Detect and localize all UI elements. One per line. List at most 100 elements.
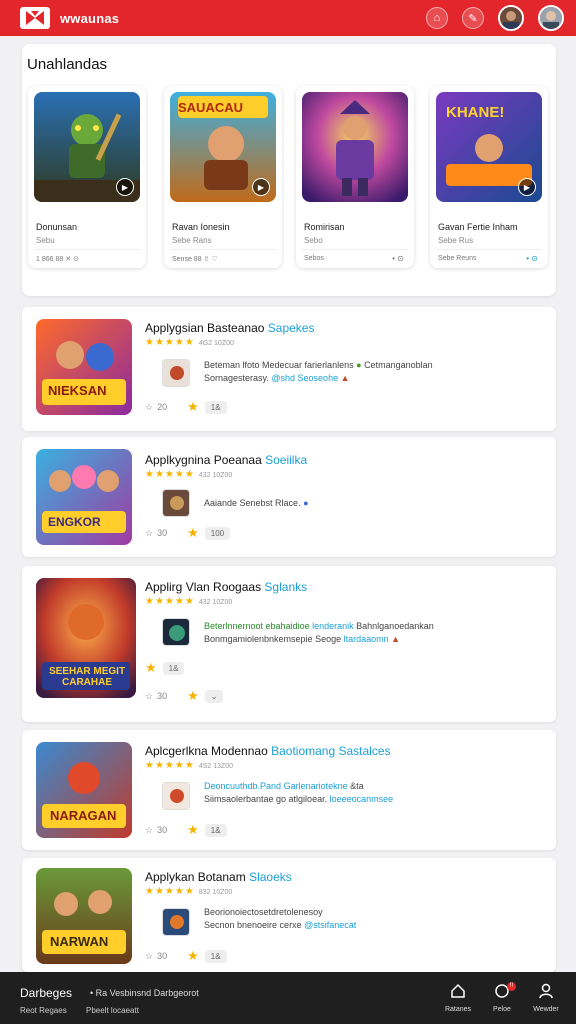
app-title[interactable]: Applirg Vlan Roogaas Sglanks: [145, 580, 307, 594]
favorite-star-icon[interactable]: ★: [145, 660, 157, 676]
chip[interactable]: 1&: [162, 661, 185, 675]
card-title: Romirisan: [304, 222, 345, 232]
art-title: NIEKSAN: [48, 383, 107, 398]
app-description: Beterlnnernoot ebahaidioe lenderanik Bah…: [204, 621, 434, 644]
divider: [170, 249, 276, 250]
nav-notifications[interactable]: !! Peloe: [482, 982, 522, 1013]
card-meta: Sebos: [304, 255, 324, 262]
play-icon[interactable]: ▶: [252, 178, 270, 196]
favorite-star-icon[interactable]: ★: [187, 688, 199, 704]
home-icon: [438, 982, 478, 1000]
app-list-item[interactable]: NARAGAN Aplcgerlkna Modennao Baotiomang …: [22, 730, 556, 850]
app-tag[interactable]: Sglanks: [264, 580, 307, 594]
card-subtitle: Sebo: [304, 236, 323, 245]
app-list-item[interactable]: SEEHAR MEGIT CARAHAE Applirg Vlan Roogaa…: [22, 566, 556, 722]
app-tag[interactable]: Soeiilka: [265, 453, 307, 467]
footer-title: Darbeges: [20, 986, 73, 1000]
app-tag[interactable]: Baotiomang: [271, 744, 335, 758]
app-secondary-row: ★ 1&: [145, 660, 185, 676]
chip[interactable]: 1&: [204, 949, 227, 963]
favorite-star-icon[interactable]: ★: [187, 822, 199, 838]
nav-home[interactable]: Ratanes: [438, 982, 478, 1013]
app-title[interactable]: Applygsian Basteanao Sapekes: [145, 321, 314, 335]
thumbs-up-icon[interactable]: ☆: [145, 528, 153, 539]
rating-stars: ★★★★★ 4S2 13Z00: [145, 760, 234, 771]
app-description: Beorionoiectosetdretolenesoy Secnon bnen…: [204, 907, 357, 930]
game-art: ENGKOR: [36, 449, 132, 545]
bottom-bar: Darbeges • Ra Vesbinsnd Darbgeorot Reot …: [0, 972, 576, 1024]
app-description: Aaiande Senebst Rlace. ●: [204, 498, 309, 508]
play-icon[interactable]: ▶: [518, 178, 536, 196]
app-list-item[interactable]: NIEKSAN Applygsian Basteanao Sapekes ★★★…: [22, 307, 556, 431]
app-title[interactable]: Aplcgerlkna Modennao Baotiomang Sastalce…: [145, 744, 391, 758]
app-tag[interactable]: Sapekes: [268, 321, 315, 335]
app-mini-icon: [162, 908, 190, 936]
rocket-icon[interactable]: ✎: [462, 7, 484, 29]
thumbs-up-icon[interactable]: ☆: [145, 691, 153, 702]
featured-card[interactable]: ▶ Donunsan Sebu 1 866 88 ✕ ⊙: [28, 86, 146, 268]
card-title: Gavan Fertie Inham: [438, 222, 518, 232]
chip[interactable]: 1&: [204, 823, 227, 837]
favorite-star-icon[interactable]: ★: [187, 948, 199, 964]
footer-link[interactable]: Pbeelt locaeatt: [86, 1006, 139, 1015]
app-mini-icon: [162, 359, 190, 387]
footer-subtitle: • Ra Vesbinsnd Darbgeorot: [90, 988, 199, 998]
game-art: NIEKSAN: [36, 319, 132, 415]
user-avatar[interactable]: [498, 5, 524, 31]
expand-chip[interactable]: ⌄: [204, 689, 224, 703]
app-tag-secondary[interactable]: Sastalces: [338, 744, 390, 758]
app-mini-icon: [162, 489, 190, 517]
favorite-star-icon[interactable]: ★: [187, 399, 199, 415]
footer-link[interactable]: Reot Regaes: [20, 1006, 67, 1015]
brand-name: wwaunas: [60, 10, 120, 26]
play-icon[interactable]: ▶: [116, 178, 134, 196]
chip[interactable]: 1&: [204, 400, 227, 414]
featured-card[interactable]: SAUACAU ▶ Ravan Ionesin Sebe Rans Sense …: [164, 86, 282, 268]
rating-stars: ★★★★★ 432 10Z00: [145, 469, 233, 480]
art-title: SAUACAU: [178, 100, 243, 115]
app-actions: ☆ 30 ★ 1&: [145, 948, 227, 964]
nav-profile[interactable]: Wewder: [526, 982, 566, 1013]
card-meta: 1 866 88 ✕ ⊙: [36, 256, 79, 263]
card-subtitle: Sebu: [36, 236, 55, 245]
home-icon[interactable]: ⌂: [426, 7, 448, 29]
rating-count: 432 10Z00: [198, 599, 233, 606]
card-actions[interactable]: • ⊙: [526, 254, 538, 263]
app-mini-icon: [162, 618, 190, 646]
rating-count: 4G2 10Z00: [198, 340, 234, 347]
featured-section: Unahlandas ▶ Donunsan Sebu 1 866 88 ✕ ⊙: [22, 44, 556, 296]
favorite-star-icon[interactable]: ★: [187, 525, 199, 541]
art-title: NARAGAN: [50, 808, 117, 823]
card-actions[interactable]: • ⊙: [392, 254, 404, 263]
featured-title: Unahlandas: [27, 56, 108, 73]
card-subtitle: Sebe Rans: [172, 236, 212, 245]
thumbs-up-icon[interactable]: ☆: [145, 825, 153, 836]
profile-avatar[interactable]: [538, 5, 564, 31]
app-list-item[interactable]: ENGKOR Applkygnina Poeanaa Soeiilka ★★★★…: [22, 437, 556, 557]
app-title[interactable]: Applykan Botanam Slaoeks: [145, 870, 292, 884]
rating-count: 4S2 13Z00: [198, 763, 234, 770]
art-title: KHANE!: [446, 104, 505, 121]
featured-card[interactable]: Romirisan Sebo Sebos • ⊙: [296, 86, 414, 268]
app-list-item[interactable]: NARWAN Applykan Botanam Slaoeks ★★★★★ 832…: [22, 858, 556, 972]
divider: [302, 249, 408, 250]
game-art: NARAGAN: [36, 742, 132, 838]
app-actions: ☆ 20 ★ 1&: [145, 399, 227, 415]
app-logo[interactable]: [20, 7, 50, 29]
thumbs-up-icon[interactable]: ☆: [145, 951, 153, 962]
card-meta: Sense 88 ⇧ ♡: [172, 256, 218, 263]
app-tag[interactable]: Slaoeks: [249, 870, 292, 884]
game-art: ▶: [34, 92, 140, 202]
app-actions: ☆ 30 ★ 100: [145, 525, 231, 541]
notification-icon: [482, 982, 522, 1000]
app-title[interactable]: Applkygnina Poeanaa Soeiilka: [145, 453, 307, 467]
card-title: Donunsan: [36, 222, 78, 232]
chip[interactable]: 100: [204, 526, 231, 540]
app-description: Deoncuuthdb.Pand Garlenariotekne &ta Sii…: [204, 781, 394, 804]
thumbs-up-icon[interactable]: ☆: [145, 402, 153, 413]
app-description: Beteman lfoto Medecuar farierlanlens ● C…: [204, 360, 433, 383]
featured-card[interactable]: KHANE! ▶ Gavan Fertie Inham Sebe Rus Seb…: [430, 86, 548, 268]
game-art: SAUACAU ▶: [170, 92, 276, 202]
game-art: NARWAN: [36, 868, 132, 964]
card-subtitle: Sebe Rus: [438, 236, 474, 245]
